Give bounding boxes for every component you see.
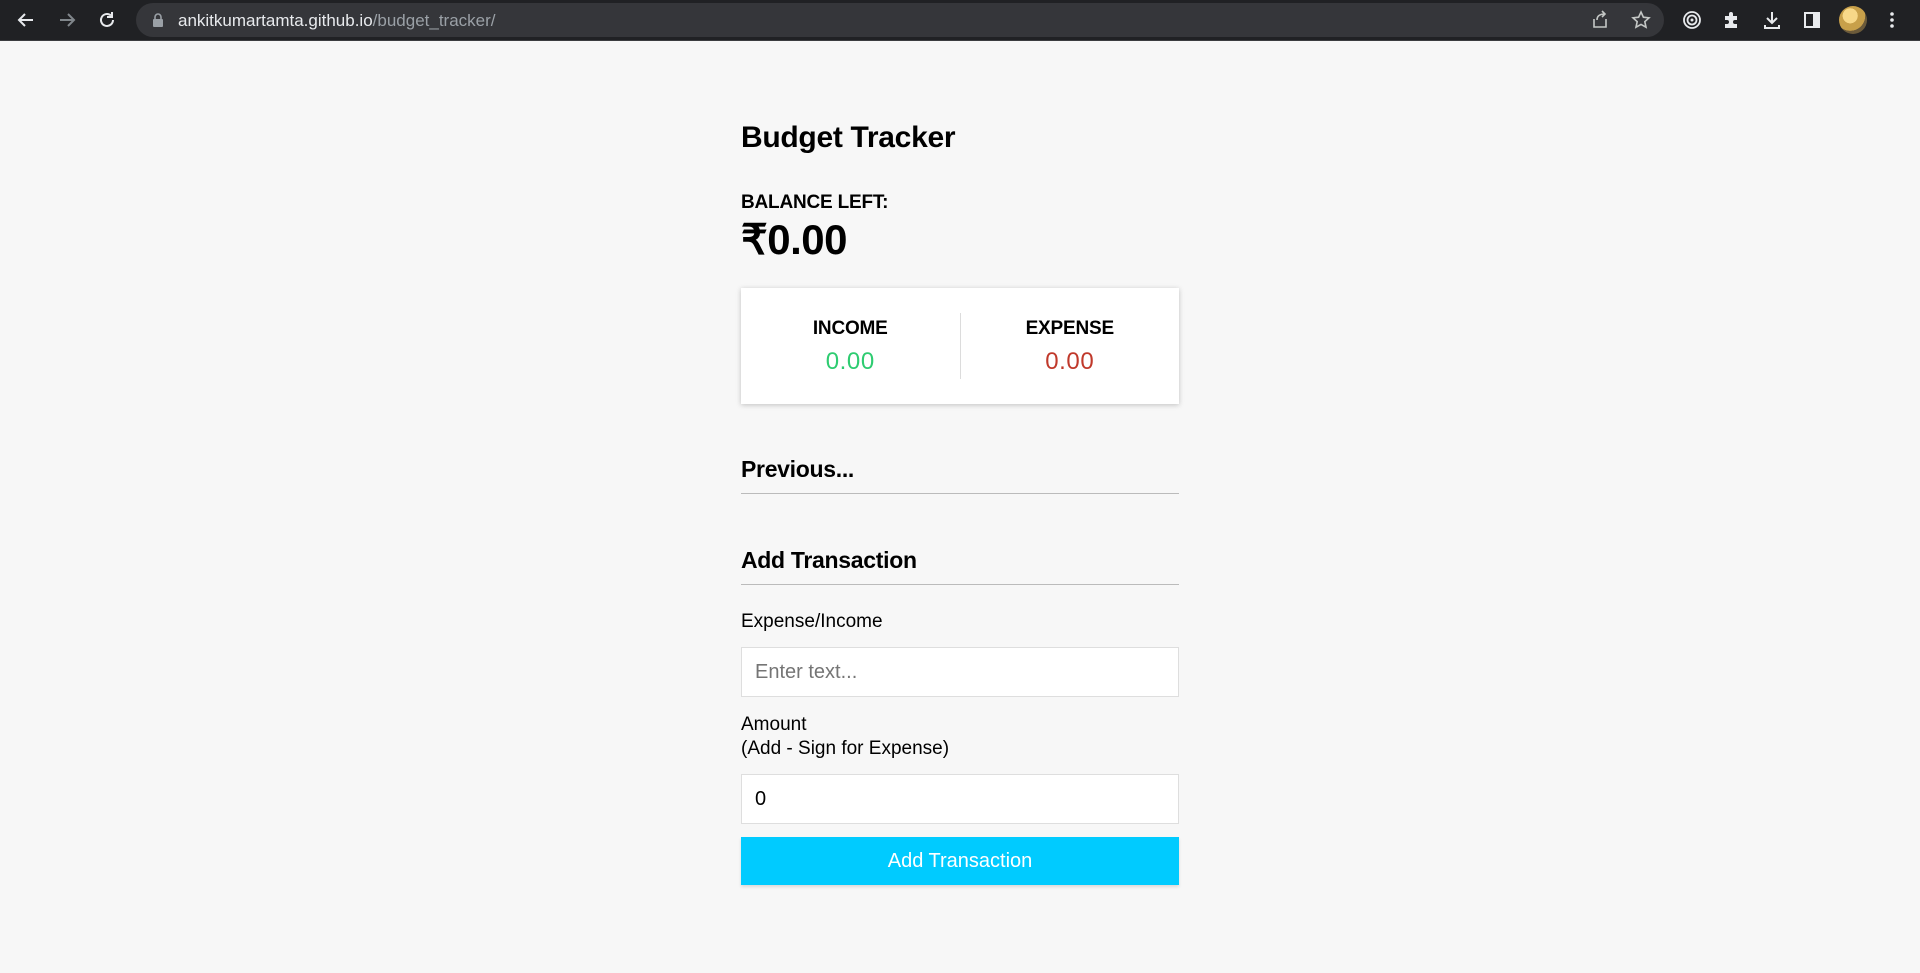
income-label: INCOME <box>812 317 888 339</box>
url-text[interactable]: ankitkumartamta.github.io/budget_tracker… <box>178 11 496 30</box>
add-transaction-divider <box>741 584 1179 585</box>
balance-label: BALANCE LEFT: <box>741 192 889 213</box>
back-button[interactable] <box>12 6 40 34</box>
url-host: ankitkumartamta.github.io <box>178 11 373 30</box>
budget-tracker-app: Budget Tracker BALANCE LEFT: ₹0.00 INCOM… <box>741 120 1179 885</box>
add-transaction-heading: Add Transaction <box>741 547 917 573</box>
add-transaction-form: Expense/Income Amount (Add - Sign for Ex… <box>741 610 1179 885</box>
page-title: Budget Tracker <box>741 121 956 154</box>
expense-label: EXPENSE <box>1025 317 1115 339</box>
income-summary: INCOME 0.00 <box>741 318 960 375</box>
history-divider <box>741 493 1179 494</box>
amount-label-title: Amount <box>741 714 807 735</box>
browser-toolbar: ankitkumartamta.github.io/budget_tracker… <box>0 0 1920 41</box>
forward-button[interactable] <box>53 6 81 34</box>
expense-summary: EXPENSE 0.00 <box>961 318 1180 375</box>
reload-icon <box>100 12 114 27</box>
history-heading: Previous... <box>741 456 855 482</box>
expense-amount: 0.00 <box>1045 347 1095 375</box>
kebab-menu-icon[interactable] <box>1880 8 1904 32</box>
lock-icon <box>153 13 163 27</box>
balance-value: ₹0.00 <box>741 216 847 263</box>
amount-field-label: Amount (Add - Sign for Expense) <box>741 713 1179 761</box>
reload-button[interactable] <box>93 6 121 34</box>
address-bar[interactable]: ankitkumartamta.github.io/budget_tracker… <box>136 3 1664 37</box>
url-path: /budget_tracker/ <box>372 11 496 30</box>
extension-target-icon[interactable] <box>1680 8 1704 32</box>
star-icon[interactable] <box>1631 10 1651 30</box>
forward-icon <box>60 13 76 27</box>
amount-input[interactable] <box>741 774 1179 824</box>
add-transaction-button[interactable]: Add Transaction <box>741 837 1179 885</box>
avatar[interactable] <box>1839 6 1867 34</box>
download-icon[interactable] <box>1760 8 1784 32</box>
share-icon[interactable] <box>1590 10 1610 30</box>
income-expense-card: INCOME 0.00 EXPENSE 0.00 <box>741 288 1179 404</box>
side-panel-icon[interactable] <box>1800 8 1824 32</box>
income-amount: 0.00 <box>825 347 875 375</box>
amount-label-hint: (Add - Sign for Expense) <box>741 738 950 759</box>
back-icon <box>17 13 33 27</box>
puzzle-icon[interactable] <box>1720 8 1744 32</box>
text-input[interactable] <box>741 647 1179 697</box>
text-field-label: Expense/Income <box>741 611 883 632</box>
